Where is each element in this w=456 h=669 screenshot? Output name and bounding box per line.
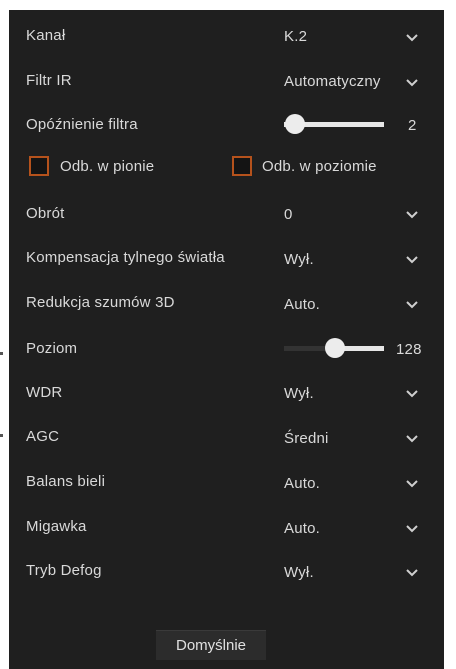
edge-mark	[0, 352, 3, 355]
chevron-down-icon[interactable]	[405, 479, 419, 489]
defog-label: Tryb Defog	[26, 562, 102, 579]
backlight-select[interactable]: Wył.	[284, 251, 314, 268]
slider-knob[interactable]	[285, 114, 305, 134]
edge-mark	[0, 434, 3, 437]
backlight-label: Kompensacja tylnego światła	[26, 249, 225, 266]
chevron-down-icon[interactable]	[405, 210, 419, 220]
ir-filter-select[interactable]: Automatyczny	[284, 73, 387, 90]
rotation-label: Obrót	[26, 205, 65, 222]
chevron-down-icon[interactable]	[405, 568, 419, 578]
flip-vertical-checkbox[interactable]	[29, 156, 49, 176]
shutter-label: Migawka	[26, 518, 87, 535]
defog-select[interactable]: Wył.	[284, 564, 314, 581]
chevron-down-icon[interactable]	[405, 255, 419, 265]
chevron-down-icon[interactable]	[405, 524, 419, 534]
chevron-down-icon[interactable]	[405, 434, 419, 444]
level-value: 128	[396, 341, 422, 358]
white-balance-select[interactable]: Auto.	[284, 475, 320, 492]
agc-select[interactable]: Średni	[284, 430, 329, 447]
noise-reduction-label: Redukcja szumów 3D	[26, 294, 175, 311]
slider-knob[interactable]	[325, 338, 345, 358]
channel-select[interactable]: K.2	[284, 28, 307, 45]
chevron-down-icon[interactable]	[405, 300, 419, 310]
filter-delay-label: Opóźnienie filtra	[26, 116, 138, 133]
flip-horizontal-checkbox[interactable]	[232, 156, 252, 176]
default-button[interactable]: Domyślnie	[156, 630, 266, 660]
wdr-select[interactable]: Wył.	[284, 385, 314, 402]
shutter-select[interactable]: Auto.	[284, 520, 320, 537]
chevron-down-icon[interactable]	[405, 389, 419, 399]
filter-delay-value: 2	[408, 117, 417, 134]
chevron-down-icon[interactable]	[405, 78, 419, 88]
rotation-select[interactable]: 0	[284, 206, 293, 223]
flip-vertical-label: Odb. w pionie	[60, 158, 155, 175]
channel-label: Kanał	[26, 27, 66, 44]
flip-horizontal-label: Odb. w poziomie	[262, 158, 377, 175]
image-settings-panel: Kanał K.2 Filtr IR Automatyczny Opóźnien…	[9, 10, 444, 669]
noise-reduction-select[interactable]: Auto.	[284, 296, 320, 313]
wdr-label: WDR	[26, 384, 63, 401]
white-balance-label: Balans bieli	[26, 473, 106, 490]
level-label: Poziom	[26, 340, 78, 357]
chevron-down-icon[interactable]	[405, 33, 419, 43]
agc-label: AGC	[26, 428, 60, 445]
ir-filter-label: Filtr IR	[26, 72, 72, 89]
